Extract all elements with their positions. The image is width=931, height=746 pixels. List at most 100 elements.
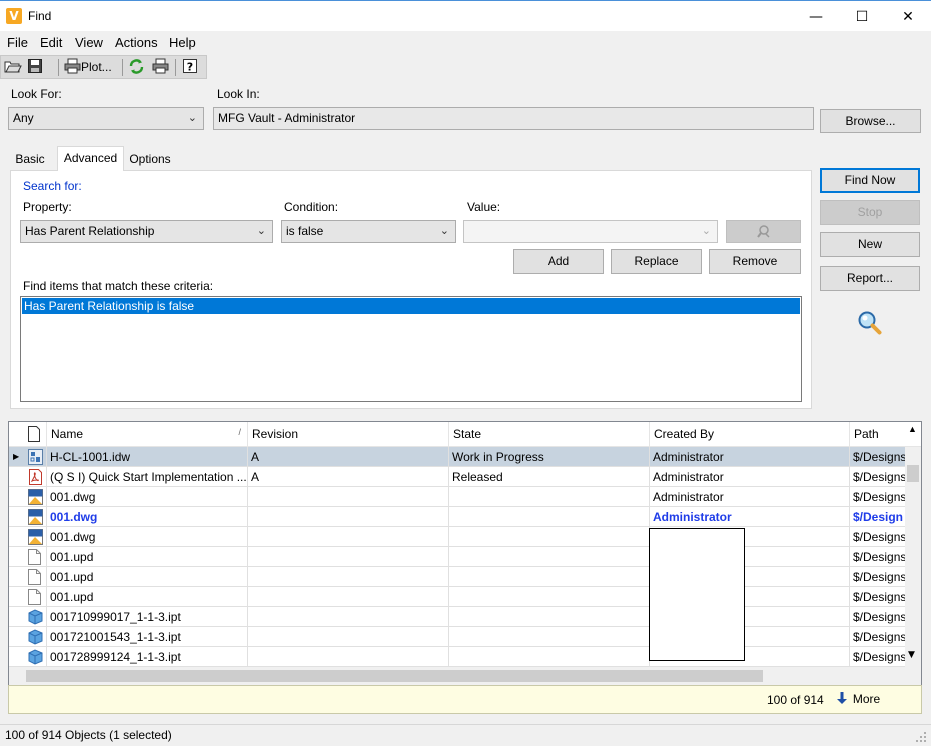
vertical-scrollbar[interactable]: ▲ bbox=[905, 422, 921, 447]
results-count-bar: 100 of 914 More bbox=[8, 685, 922, 714]
cell-revision bbox=[248, 607, 449, 627]
help-icon[interactable]: ? bbox=[182, 58, 200, 77]
cell-state bbox=[449, 567, 650, 587]
save-icon[interactable] bbox=[27, 58, 45, 77]
print-icon[interactable] bbox=[152, 58, 171, 77]
menu-help[interactable]: Help bbox=[169, 35, 196, 50]
look-in-field[interactable]: MFG Vault - Administrator bbox=[213, 107, 814, 130]
menu-edit[interactable]: Edit bbox=[40, 35, 62, 50]
sort-indicator-icon: / bbox=[238, 427, 241, 437]
vertical-scrollbar-thumb[interactable] bbox=[907, 465, 919, 482]
menu-bar: File Edit View Actions Help bbox=[0, 31, 931, 55]
file-icon bbox=[25, 547, 47, 567]
report-button[interactable]: Report... bbox=[820, 266, 920, 291]
add-button[interactable]: Add bbox=[513, 249, 604, 274]
dwg-icon bbox=[25, 527, 47, 547]
row-indicator bbox=[9, 607, 25, 627]
row-indicator: ▶ bbox=[9, 447, 25, 467]
horizontal-scrollbar-thumb[interactable] bbox=[26, 670, 763, 682]
table-row[interactable]: 001.upd $/Designs bbox=[9, 587, 921, 607]
replace-button[interactable]: Replace bbox=[611, 249, 702, 274]
tab-advanced[interactable]: Advanced bbox=[57, 146, 124, 171]
menu-view[interactable]: View bbox=[75, 35, 103, 50]
resize-grip-icon[interactable] bbox=[915, 731, 927, 743]
cell-state bbox=[449, 627, 650, 647]
arrow-down-icon bbox=[837, 692, 847, 704]
cell-path: $/Designs bbox=[850, 547, 906, 567]
refresh-icon[interactable] bbox=[128, 58, 146, 77]
new-button[interactable]: New bbox=[820, 232, 920, 257]
folder-open-icon[interactable] bbox=[4, 58, 24, 77]
results-grid[interactable]: Name / Revision State Created By Path ▲ ▶… bbox=[8, 421, 922, 686]
table-row[interactable]: 001.dwg Administrator $/Designs bbox=[9, 487, 921, 507]
vertical-scrollbar-track[interactable]: ▼ bbox=[905, 447, 921, 667]
tab-options[interactable]: Options bbox=[124, 148, 176, 170]
condition-dropdown[interactable]: is false ⌄ bbox=[281, 220, 456, 243]
cell-name: 001.dwg bbox=[47, 507, 248, 527]
cell-revision: A bbox=[248, 467, 449, 487]
menu-actions[interactable]: Actions bbox=[115, 35, 158, 50]
look-in-value: MFG Vault - Administrator bbox=[218, 111, 356, 125]
column-header-created-by[interactable]: Created By bbox=[650, 422, 850, 447]
browse-button[interactable]: Browse... bbox=[820, 109, 921, 133]
cell-path: $/Designs bbox=[850, 527, 906, 547]
cell-state bbox=[449, 507, 650, 527]
more-button[interactable]: More bbox=[835, 691, 880, 709]
table-row[interactable]: 001.dwg $/Designs bbox=[9, 527, 921, 547]
row-indicator bbox=[9, 507, 25, 527]
file-icon bbox=[25, 587, 47, 607]
remove-button[interactable]: Remove bbox=[709, 249, 801, 274]
find-now-button[interactable]: Find Now bbox=[820, 168, 920, 193]
value-dropdown[interactable]: ⌄ bbox=[463, 220, 718, 243]
cell-name: 001710999017_1-1-3.ipt bbox=[47, 607, 248, 627]
menu-file[interactable]: File bbox=[7, 35, 28, 50]
table-row[interactable]: 001.upd $/Designs bbox=[9, 567, 921, 587]
column-header-revision[interactable]: Revision bbox=[248, 422, 449, 447]
cell-name: 001721001543_1-1-3.ipt bbox=[47, 627, 248, 647]
maximize-button[interactable]: ☐ bbox=[839, 2, 885, 32]
minimize-button[interactable]: — bbox=[793, 2, 839, 32]
part-ipt-icon bbox=[25, 647, 47, 667]
value-lookup-button[interactable] bbox=[726, 220, 801, 243]
table-row[interactable]: 001.upd $/Designs bbox=[9, 547, 921, 567]
column-header-state[interactable]: State bbox=[449, 422, 650, 447]
table-row[interactable]: ▶ H-CL-1001.idw A Work in Progress Administr… bbox=[9, 447, 921, 467]
status-text: 100 of 914 Objects (1 selected) bbox=[5, 728, 172, 742]
cell-revision bbox=[248, 487, 449, 507]
property-dropdown[interactable]: Has Parent Relationship ⌄ bbox=[20, 220, 273, 243]
part-ipt-icon bbox=[25, 627, 47, 647]
cell-state bbox=[449, 527, 650, 547]
chevron-down-icon: ⌄ bbox=[187, 112, 197, 124]
table-row[interactable]: 001710999017_1-1-3.ipt $/Designs bbox=[9, 607, 921, 627]
cell-revision bbox=[248, 587, 449, 607]
column-header-name[interactable]: Name / bbox=[47, 422, 248, 447]
cell-path: $/Designs bbox=[850, 447, 906, 467]
look-for-dropdown[interactable]: Any ⌄ bbox=[8, 107, 204, 130]
plot-button[interactable]: Plot... bbox=[64, 58, 118, 77]
table-row[interactable]: 001728999124_1-1-3.ipt $/Designs bbox=[9, 647, 921, 667]
criteria-list[interactable]: Has Parent Relationship is false bbox=[20, 296, 802, 402]
criteria-label: Find items that match these criteria: bbox=[23, 279, 214, 293]
cell-name: 001.upd bbox=[47, 587, 248, 607]
plot-icon bbox=[64, 58, 81, 74]
plot-label: Plot... bbox=[81, 60, 112, 74]
row-indicator bbox=[9, 647, 25, 667]
cell-state bbox=[449, 487, 650, 507]
column-header-name-label: Name bbox=[51, 427, 84, 441]
table-row[interactable]: (Q S I) Quick Start Implementation ... A R… bbox=[9, 467, 921, 487]
scroll-down-icon[interactable]: ▼ bbox=[908, 650, 915, 660]
tab-basic[interactable]: Basic bbox=[10, 148, 50, 170]
scroll-up-icon[interactable]: ▲ bbox=[908, 424, 917, 434]
cell-path: $/Design bbox=[850, 507, 906, 527]
criteria-item[interactable]: Has Parent Relationship is false bbox=[22, 298, 800, 314]
stop-button[interactable]: Stop bbox=[820, 200, 920, 225]
column-header-path[interactable]: Path bbox=[850, 422, 910, 447]
table-row[interactable]: 001.dwg Administrator $/Design bbox=[9, 507, 921, 527]
table-row[interactable]: 001721001543_1-1-3.ipt $/Designs bbox=[9, 627, 921, 647]
horizontal-scrollbar[interactable] bbox=[9, 667, 921, 685]
cell-revision bbox=[248, 507, 449, 527]
look-for-label: Look For: bbox=[11, 87, 62, 101]
icon-column-header[interactable] bbox=[9, 422, 47, 447]
cell-created-by: Administrator bbox=[650, 487, 850, 507]
close-button[interactable]: ✕ bbox=[885, 2, 931, 32]
